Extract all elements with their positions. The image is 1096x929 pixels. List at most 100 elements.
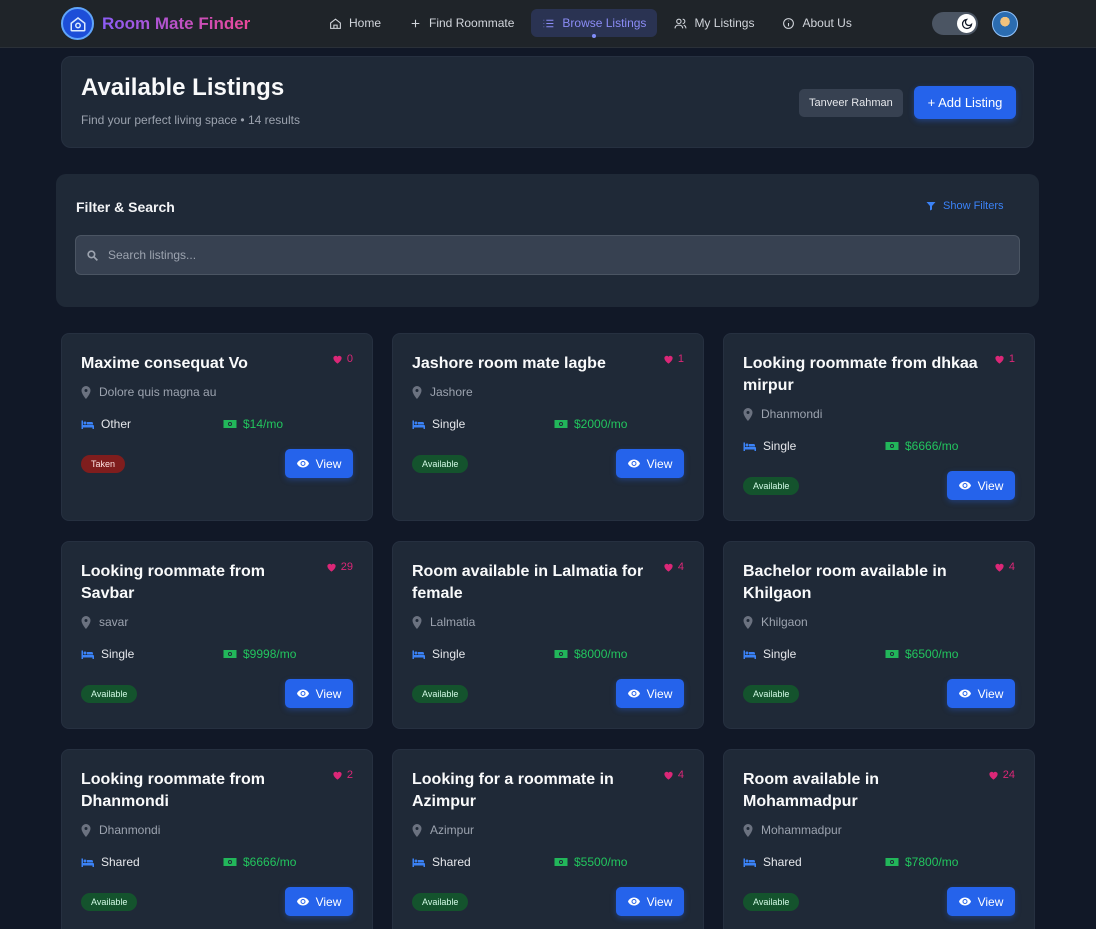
view-button[interactable]: View bbox=[285, 887, 353, 916]
bed-icon bbox=[743, 858, 756, 867]
listing-location: Azimpur bbox=[412, 822, 684, 838]
listing-location: Jashore bbox=[412, 384, 684, 400]
money-icon bbox=[554, 650, 568, 658]
view-label: View bbox=[315, 894, 342, 909]
like-button[interactable]: 4 bbox=[663, 561, 684, 573]
nav-browse-listings[interactable]: Browse Listings bbox=[531, 9, 658, 38]
eye-icon bbox=[296, 459, 309, 468]
room-type-text: Shared bbox=[763, 855, 802, 869]
house-logo-icon bbox=[61, 7, 94, 40]
like-count: 1 bbox=[1008, 353, 1015, 365]
location-text: Khilgaon bbox=[761, 615, 808, 629]
listing-meta: Single $6500/mo bbox=[743, 646, 1015, 662]
listing-meta: Single $8000/mo bbox=[412, 646, 684, 662]
view-label: View bbox=[977, 894, 1004, 909]
eye-icon bbox=[627, 689, 640, 698]
status-badge: Available bbox=[81, 684, 138, 703]
bed-icon bbox=[743, 650, 756, 659]
listing-meta: Shared $7800/mo bbox=[743, 854, 1015, 870]
view-button[interactable]: View bbox=[616, 679, 684, 708]
price-text: $5500/mo bbox=[574, 855, 628, 869]
money-icon bbox=[885, 442, 899, 450]
status-badge: Available bbox=[81, 892, 138, 911]
map-pin-icon bbox=[81, 385, 91, 399]
brand[interactable]: Room Mate Finder bbox=[61, 7, 250, 40]
map-pin-icon bbox=[81, 823, 91, 837]
like-button[interactable]: 29 bbox=[326, 561, 353, 573]
heart-icon bbox=[327, 563, 336, 572]
search-input[interactable] bbox=[108, 248, 988, 262]
listing-title: Room available in Lalmatia for female bbox=[412, 563, 644, 602]
nav-home-label: Home bbox=[349, 16, 382, 30]
view-label: View bbox=[315, 686, 342, 701]
price-text: $9998/mo bbox=[243, 647, 297, 661]
like-button[interactable]: 4 bbox=[994, 561, 1015, 573]
user-name-chip: Tanveer Rahman bbox=[799, 89, 903, 117]
listing-card: Looking roommate from dhkaa mirpur 1 Dha… bbox=[723, 333, 1035, 521]
nav-my-listings[interactable]: My Listings bbox=[663, 9, 765, 37]
like-button[interactable]: 1 bbox=[663, 353, 684, 365]
price-text: $6666/mo bbox=[905, 439, 959, 453]
top-navbar: Room Mate Finder Home Find Roommate Brow… bbox=[0, 0, 1096, 48]
listing-meta: Shared $6666/mo bbox=[81, 854, 353, 870]
room-type: Single bbox=[81, 647, 223, 661]
view-label: View bbox=[646, 456, 673, 471]
map-pin-icon bbox=[743, 823, 753, 837]
info-icon bbox=[783, 17, 795, 29]
location-text: Lalmatia bbox=[430, 615, 476, 629]
listing-card: Maxime consequat Vo 0 Dolore quis magna … bbox=[61, 333, 373, 521]
nav-home[interactable]: Home bbox=[318, 9, 392, 37]
home-icon bbox=[330, 17, 341, 29]
theme-toggle[interactable] bbox=[932, 12, 978, 35]
like-button[interactable]: 0 bbox=[332, 353, 353, 365]
heart-icon bbox=[333, 771, 342, 780]
status-badge: Available bbox=[743, 892, 800, 911]
location-text: Mohammadpur bbox=[761, 823, 842, 837]
nav-find-roommate[interactable]: Find Roommate bbox=[398, 9, 525, 37]
view-button[interactable]: View bbox=[947, 679, 1015, 708]
like-button[interactable]: 1 bbox=[994, 353, 1015, 365]
listing-card: Looking for a roommate in Azimpur 4 Azim… bbox=[392, 749, 704, 929]
status-badge: Taken bbox=[81, 454, 126, 473]
nav-about-us[interactable]: About Us bbox=[771, 9, 862, 37]
show-filters-label: Show Filters bbox=[943, 200, 1004, 212]
eye-icon bbox=[627, 459, 640, 468]
like-button[interactable]: 2 bbox=[332, 769, 353, 781]
view-button[interactable]: View bbox=[616, 887, 684, 916]
user-avatar[interactable] bbox=[992, 11, 1018, 37]
listing-meta: Single $6666/mo bbox=[743, 438, 1015, 454]
location-text: Jashore bbox=[430, 385, 473, 399]
like-count: 2 bbox=[346, 769, 353, 781]
add-listing-button[interactable]: + Add Listing bbox=[914, 86, 1016, 119]
listing-title: Bachelor room available in Khilgaon bbox=[743, 563, 947, 602]
listing-location: Dolore quis magna au bbox=[81, 384, 353, 400]
view-button[interactable]: View bbox=[947, 887, 1015, 916]
filter-icon bbox=[926, 202, 936, 211]
money-icon bbox=[885, 650, 899, 658]
view-label: View bbox=[315, 456, 342, 471]
heart-icon bbox=[995, 563, 1004, 572]
listing-card: Room available in Mohammadpur 24 Mohamma… bbox=[723, 749, 1035, 929]
money-icon bbox=[223, 650, 237, 658]
view-button[interactable]: View bbox=[947, 471, 1015, 500]
room-type: Single bbox=[743, 439, 885, 453]
like-count: 1 bbox=[677, 353, 684, 365]
view-button[interactable]: View bbox=[285, 679, 353, 708]
list-icon bbox=[544, 19, 554, 27]
view-button[interactable]: View bbox=[285, 449, 353, 478]
money-icon bbox=[223, 858, 237, 866]
search-icon bbox=[87, 249, 98, 261]
price-text: $6666/mo bbox=[243, 855, 297, 869]
view-button[interactable]: View bbox=[616, 449, 684, 478]
show-filters-button[interactable]: Show Filters bbox=[925, 200, 1004, 212]
bed-icon bbox=[81, 650, 94, 659]
listing-card: Room available in Lalmatia for female 4 … bbox=[392, 541, 704, 729]
like-button[interactable]: 24 bbox=[988, 769, 1015, 781]
money-icon bbox=[554, 420, 568, 428]
bed-icon bbox=[412, 420, 425, 429]
eye-icon bbox=[958, 689, 971, 698]
bed-icon bbox=[412, 858, 425, 867]
like-button[interactable]: 4 bbox=[663, 769, 684, 781]
card-footer: Available View bbox=[81, 887, 353, 916]
card-footer: Available View bbox=[81, 679, 353, 708]
